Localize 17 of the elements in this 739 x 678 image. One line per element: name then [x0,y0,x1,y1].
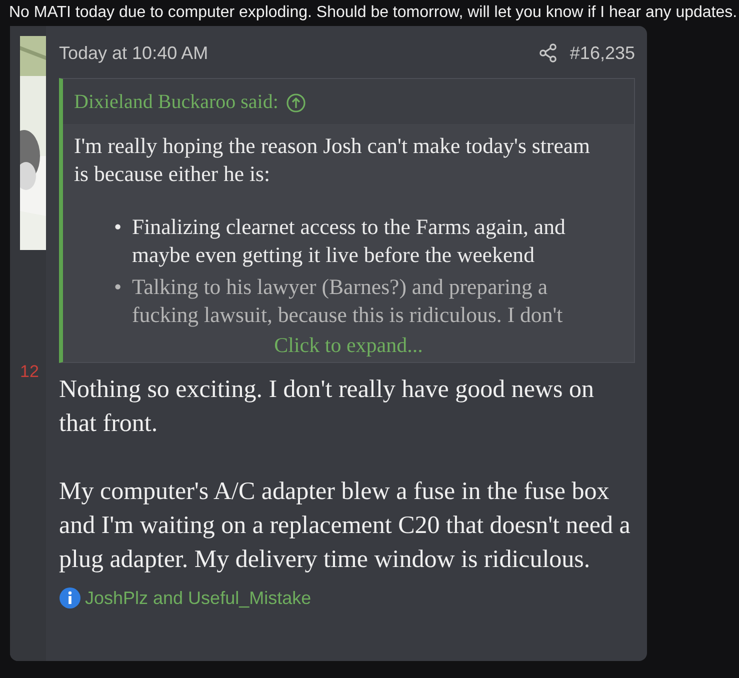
reaction-users[interactable]: JoshPlz and Useful_Mistake [85,588,312,608]
info-icon [59,587,81,609]
share-icon[interactable] [538,43,558,63]
caption-text: No MATI today due to computer exploding. Should be tomorrow, will let you know if I hear any updates. [8,3,738,23]
expand-link[interactable]: Click to expand... [274,333,423,362]
bullet-marker: • [114,214,123,241]
post-number[interactable]: #16,235 [570,42,635,64]
quote-list-item: Finalizing clearnet access to the Farms again, and maybe even getting it live before the weekend [132,214,566,269]
quote-text: I'm really hoping the reason Josh can't make today's stream is because either he is: [74,133,591,188]
quote-attribution[interactable]: Dixieland Buckaroo said: [74,91,278,114]
bullet-marker: • [114,274,123,301]
post-paragraph: My computer's A/C adapter blew a fuse in the fuse box and I'm waiting on a replacement C20 that doesn't need a plug adapter. My delivery time window is ridiculous. [59,477,632,575]
quote-list-item: Talking to his lawyer (Barnes?) and preparing a fucking lawsuit, because this is ridiculous. I don't [132,274,564,329]
post-paragraph: Nothing so exciting. I don't really have good news on that front. [59,375,595,439]
post-timestamp[interactable]: Today at 10:40 AM [59,42,538,64]
arrow-up-icon[interactable] [286,92,306,112]
user-stat: 12 [20,362,40,382]
